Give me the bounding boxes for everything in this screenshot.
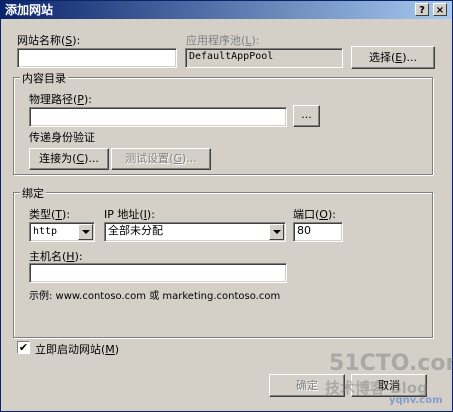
passthrough-auth-label: 传递身份验证 bbox=[29, 131, 95, 144]
browse-path-button[interactable]: ... bbox=[293, 105, 320, 127]
start-immediately-label[interactable]: 立即启动网站(M) bbox=[35, 341, 119, 357]
test-settings-button[interactable]: 测试设置(G)... bbox=[111, 148, 211, 170]
title-bar: 添加网站 ? × bbox=[1, 1, 452, 19]
help-button[interactable]: ? bbox=[415, 3, 429, 16]
close-button[interactable]: × bbox=[433, 3, 447, 16]
site-name-input[interactable] bbox=[17, 48, 177, 68]
ip-address-value: 全部未分配 bbox=[108, 224, 163, 237]
ip-address-select[interactable]: 全部未分配 bbox=[104, 222, 286, 242]
host-name-input[interactable] bbox=[29, 263, 287, 283]
content-directory-legend: 内容目录 bbox=[20, 70, 68, 86]
port-label: 端口(O): bbox=[293, 208, 336, 221]
start-immediately-checkbox[interactable]: ✔ bbox=[17, 341, 30, 354]
binding-type-value: http bbox=[33, 226, 58, 237]
host-name-label: 主机名(H): bbox=[29, 250, 83, 263]
binding-type-label: 类型(T): bbox=[29, 208, 71, 221]
watermark-line1: 51CTO.com bbox=[329, 351, 453, 376]
site-name-label: 网站名称(S): bbox=[17, 34, 81, 47]
physical-path-input[interactable] bbox=[29, 107, 287, 127]
ip-address-label: IP 地址(I): bbox=[104, 208, 155, 221]
app-pool-field: DefaultAppPool bbox=[185, 48, 343, 68]
chevron-down-icon[interactable] bbox=[269, 224, 284, 240]
window-title: 添加网站 bbox=[5, 3, 54, 17]
binding-legend: 绑定 bbox=[20, 185, 46, 201]
add-website-dialog: 添加网站 ? × 网站名称(S): 应用程序池(L): DefaultAppPo… bbox=[0, 0, 453, 412]
chevron-down-icon[interactable] bbox=[78, 224, 93, 240]
physical-path-label: 物理路径(P): bbox=[29, 93, 92, 106]
connect-as-button[interactable]: 连接为(C)... bbox=[29, 148, 109, 170]
cancel-button[interactable]: 取消 bbox=[351, 374, 427, 397]
app-pool-label: 应用程序池(L): bbox=[186, 34, 260, 47]
select-app-pool-button[interactable]: 选择(E)... bbox=[351, 46, 435, 69]
ok-button[interactable]: 确定 bbox=[269, 374, 345, 397]
binding-type-select[interactable]: http bbox=[29, 222, 95, 242]
port-input[interactable]: 80 bbox=[293, 222, 343, 242]
host-name-example: 示例: www.contoso.com 或 marketing.contoso.… bbox=[29, 291, 281, 302]
